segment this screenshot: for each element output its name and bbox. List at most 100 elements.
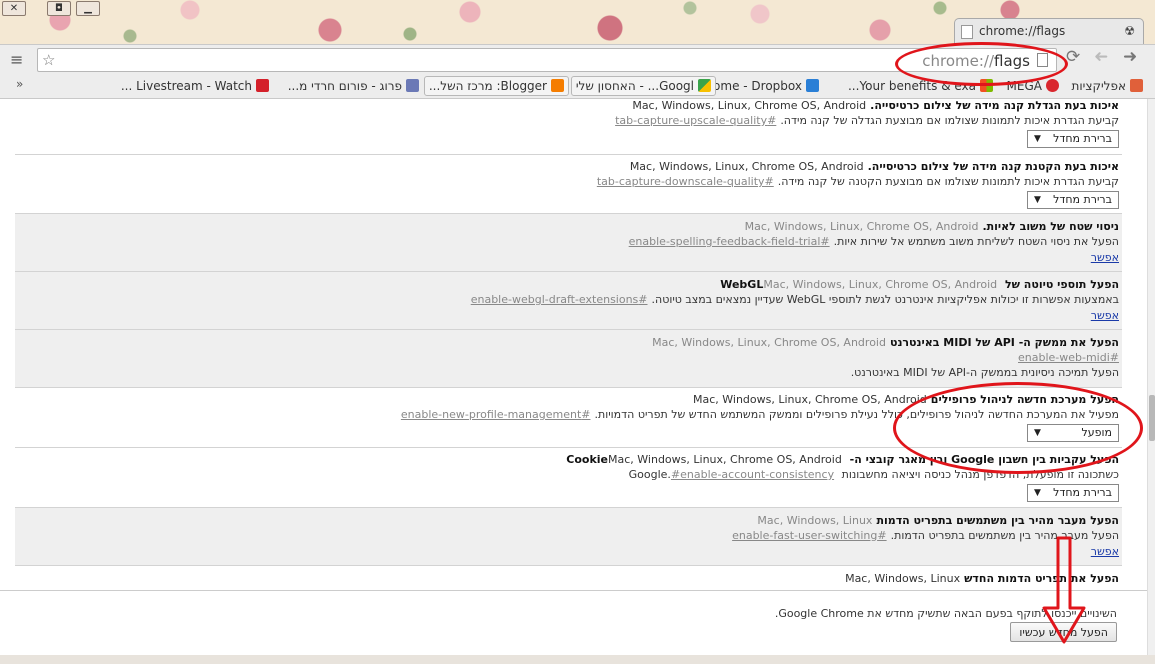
bookmark-label: Your benefits & exa... [847, 79, 976, 93]
url-scheme: chrome:// [922, 52, 995, 70]
radiation-icon: ☢ [1124, 24, 1135, 38]
experiment-anchor-link[interactable]: #tab-capture-downscale-quality [597, 175, 774, 188]
experiment-title: איכות בעת הקטנת קנה מידה של צילום כרטיסי… [629, 160, 1119, 173]
windows-icon [980, 79, 993, 92]
forward-icon[interactable]: ➜ [1094, 47, 1108, 67]
experiment-description: #enable-web-midi [15, 351, 1119, 364]
menu-icon[interactable]: ≡ [10, 50, 23, 69]
dropbox-icon [806, 79, 819, 92]
experiment-title: הפעל את תפריט הדמות החדשMac, Windows, Li… [845, 572, 1119, 585]
experiment-anchor-link[interactable]: #enable-webgl-draft-extensions [471, 293, 648, 306]
page-icon [1037, 53, 1048, 67]
dropdown-arrow-icon: ▼ [1034, 195, 1041, 205]
experiment-enable-link[interactable]: אפשר [1091, 309, 1119, 322]
experiment-spelling-feedback: ניסוי שטח של משוב לאיות.Mac, Windows, Li… [15, 213, 1122, 271]
mega-icon [1046, 79, 1059, 92]
relaunch-now-button[interactable]: הפעל מחדש עכשיו [1010, 622, 1117, 642]
reload-icon[interactable]: ⟳ [1066, 47, 1080, 67]
back-icon[interactable]: ➜ [1123, 47, 1137, 67]
experiment-description: קביעת הגדרת איכות לתמונות שצולמו אם מבוצ… [615, 114, 1119, 127]
experiment-anchor-link[interactable]: #enable-new-profile-management [401, 408, 591, 421]
window-titlebar: ✕ ◘ ▁ chrome://flags ☢ [0, 0, 1155, 44]
bookmark-apps[interactable]: אפליקציות [1071, 77, 1143, 95]
page-scrollbar[interactable] [1147, 99, 1155, 655]
experiment-web-midi: הפעל את ממשק ה- API של MIDI באינטרנטMac,… [15, 329, 1122, 387]
relaunch-note: השינויים ייכנסו לתוקף בפעם הבאה שתשיק מח… [774, 607, 1117, 620]
experiment-anchor-link[interactable]: #enable-web-midi [1018, 351, 1119, 364]
experiment-anchor-link[interactable]: #enable-account-consistency [671, 468, 834, 481]
restore-icon: ◘ [55, 3, 63, 14]
bookmark-label: MEGA [1006, 79, 1042, 93]
experiment-enable-link[interactable]: אפשר [1091, 545, 1119, 558]
url-path: flags [994, 52, 1030, 70]
url-text[interactable]: chrome://flags [922, 52, 1030, 70]
experiment-account-consistency: הפעל עקביות בין חשבון Google ובין מאגר ק… [15, 447, 1122, 507]
experiment-tab-capture-downscale: איכות בעת הקטנת קנה מידה של צילום כרטיסי… [15, 154, 1122, 213]
experiment-description: הפעל מעבר מהיר בין משתמשים בתפריט הדמות.… [732, 529, 1119, 542]
experiment-enable-link[interactable]: אפשר [1091, 251, 1119, 264]
bookmark-mega[interactable]: MEGA [1007, 77, 1059, 95]
experiment-select[interactable]: ברירת מחדל ▼ [1027, 191, 1119, 209]
browser-toolbar: ≡ ☆ chrome://flags ⟳ ➜ ➜ [0, 44, 1155, 73]
experiment-anchor-link[interactable]: #enable-fast-user-switching [732, 529, 887, 542]
experiment-title: הפעל מערכת חדשה לניהול פרופיליםMac, Wind… [692, 393, 1119, 406]
close-window-button[interactable]: ✕ [2, 1, 26, 16]
bookmark-drive[interactable]: Googl... - האחסון שלי [570, 76, 716, 96]
experiment-anchor-link[interactable]: #tab-capture-upscale-quality [615, 114, 776, 127]
dropdown-arrow-icon: ▼ [1034, 488, 1041, 498]
experiment-webgl-draft: הפעל תוספי טיוטה של WebGLMac, Windows, L… [15, 271, 1122, 329]
tab-title: chrome://flags [979, 24, 1066, 38]
experiment-anchor-link[interactable]: #enable-spelling-feedback-field-trial [629, 235, 830, 248]
bookmark-label: Home - Dropbox [704, 79, 802, 93]
blogger-icon [551, 79, 564, 92]
window-bottom-border [0, 655, 1155, 664]
bookmark-blogger[interactable]: Blogger: מרכז השל... [423, 76, 569, 96]
experiment-description: הפעל את ניסוי השטח לשליחת משוב משתמש אל … [628, 235, 1119, 248]
bookmarks-overflow-chevron[interactable]: » [16, 77, 23, 91]
experiment-title: הפעל עקביות בין חשבון Google ובין מאגר ק… [566, 453, 1119, 466]
minimize-icon: ▁ [84, 3, 92, 14]
tab-page-icon [961, 25, 973, 39]
drive-icon [698, 79, 711, 92]
experiment-title: הפעל את ממשק ה- API של MIDI באינטרנטMac,… [652, 336, 1119, 349]
experiment-title: איכות בעת הגדלת קנה מידה של צילום כרטיסי… [632, 99, 1119, 112]
bookmark-benefits[interactable]: Your benefits & exa... [848, 77, 993, 95]
experiment-description: הפעל תמיכה ניסיונית בממשק ה-API של MIDI … [850, 366, 1119, 379]
experiment-description: כשתכונה זו מופעלת, הדפדפן מנהל כניסה ויצ… [628, 468, 1119, 481]
flags-page: איכות בעת הגדלת קנה מידה של צילום כרטיסי… [0, 99, 1147, 655]
experiment-select[interactable]: ברירת מחדל ▼ [1027, 130, 1119, 148]
bookmark-label: Googl... - האחסון שלי [575, 79, 694, 93]
relaunch-footer: השינויים ייכנסו לתוקף בפעם הבאה שתשיק מח… [0, 590, 1147, 655]
bookmark-label: אפליקציות [1071, 79, 1127, 93]
experiment-fast-user-switching: הפעל מעבר מהיר בין משתמשים בתפריט הדמותM… [15, 507, 1122, 565]
close-icon: ✕ [9, 3, 19, 14]
scrollbar-thumb[interactable] [1149, 395, 1155, 441]
forum-icon [406, 79, 419, 92]
apps-icon [1130, 79, 1143, 92]
experiment-description: קביעת הגדרת איכות לתמונות שצולמו אם מבוצ… [596, 175, 1119, 188]
experiment-select[interactable]: ברירת מחדל ▼ [1027, 484, 1119, 502]
restore-window-button[interactable]: ◘ [47, 1, 71, 16]
bookmark-label: Blogger: מרכז השל... [428, 79, 547, 93]
experiment-new-profile-management: הפעל מערכת חדשה לניהול פרופיליםMac, Wind… [15, 387, 1122, 447]
browser-tab[interactable]: chrome://flags ☢ [954, 18, 1144, 44]
experiment-tab-capture-upscale: איכות בעת הגדלת קנה מידה של צילום כרטיסי… [15, 99, 1122, 154]
bookmark-livestream[interactable]: Livestream - Watch ... [121, 77, 269, 95]
dropdown-arrow-icon: ▼ [1034, 428, 1041, 438]
livestream-icon [256, 79, 269, 92]
experiment-title: הפעל תוספי טיוטה של WebGLMac, Windows, L… [720, 278, 1119, 291]
experiment-title: הפעל מעבר מהיר בין משתמשים בתפריט הדמותM… [757, 514, 1119, 527]
bookmark-dropbox[interactable]: Home - Dropbox [704, 77, 819, 95]
bookmark-star-icon[interactable]: ☆ [42, 51, 55, 69]
dropdown-arrow-icon: ▼ [1034, 134, 1041, 144]
bookmark-label: פרוג - פורום חרדי מ... [287, 79, 402, 93]
bookmark-label: Livestream - Watch ... [120, 79, 252, 93]
experiment-title: ניסוי שטח של משוב לאיות.Mac, Windows, Li… [744, 220, 1119, 233]
bookmarks-bar: » אפליקציות MEGA Your benefits & exa... … [0, 73, 1155, 99]
experiment-select[interactable]: מופעל ▼ [1027, 424, 1119, 442]
experiment-description: באמצעות אפשרות זו יכולות אפליקציות אינטר… [470, 293, 1119, 306]
experiment-description: מפעיל את המערכת החדשה לניהול פרופילים, כ… [400, 408, 1119, 421]
bookmark-prog[interactable]: פרוג - פורום חרדי מ... [288, 77, 419, 95]
address-bar[interactable]: ☆ chrome://flags [37, 48, 1057, 72]
minimize-window-button[interactable]: ▁ [76, 1, 100, 16]
